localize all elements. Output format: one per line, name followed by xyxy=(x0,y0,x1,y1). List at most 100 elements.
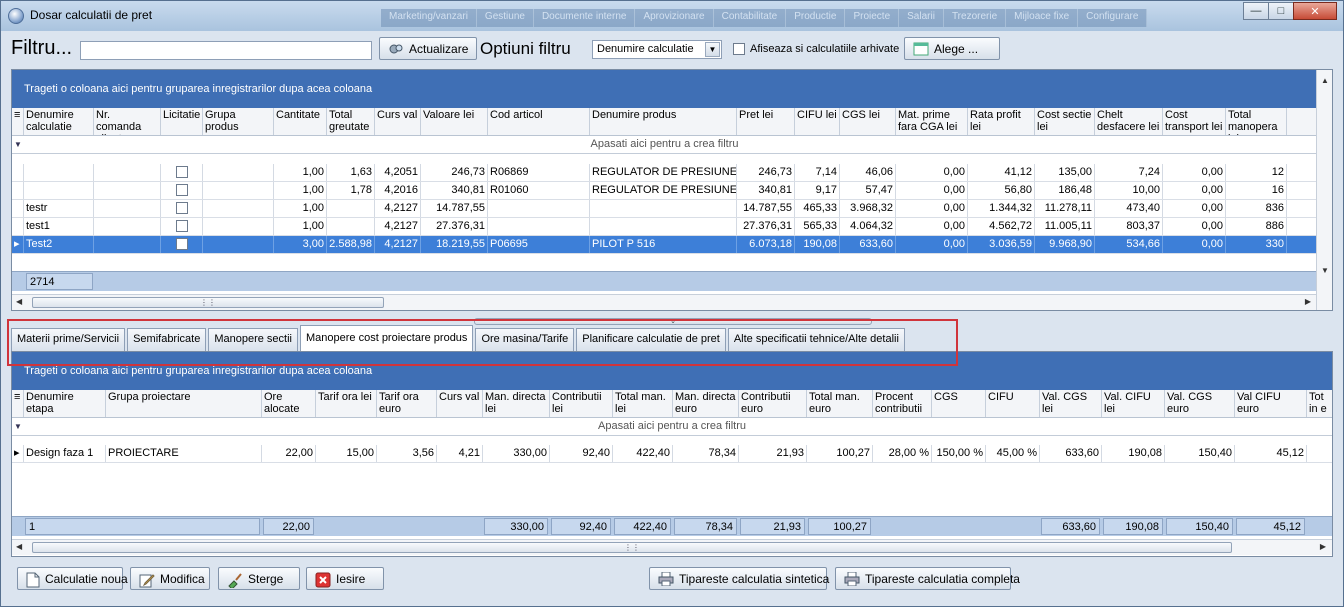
table-row[interactable]: ▸ Design faza 1 PROIECTARE 22,00 15,00 3,56 4,… xyxy=(12,445,1332,463)
column-header[interactable]: Curs val xyxy=(375,108,421,135)
scroll-down-icon[interactable]: ▼ xyxy=(1321,266,1329,275)
column-header[interactable]: Chelt desfacere lei xyxy=(1095,108,1163,135)
scroll-up-icon[interactable]: ▲ xyxy=(1321,76,1329,85)
column-header[interactable]: Denumire etapa xyxy=(24,390,106,417)
column-header[interactable]: Ore alocate xyxy=(262,390,316,417)
table-row[interactable]: 1,00 1,63 4,2051 246,73 R06869 REGULATOR DE P… xyxy=(12,164,1317,182)
column-header[interactable]: Total man. euro xyxy=(807,390,873,417)
scrollbar-thumb[interactable]: ⋮⋮ xyxy=(32,297,384,308)
column-header[interactable]: Valoare lei xyxy=(421,108,488,135)
column-chooser-icon[interactable]: ≡ xyxy=(12,390,24,417)
column-header[interactable]: Tot in e xyxy=(1307,390,1332,417)
table-row[interactable]: 1,00 1,78 4,2016 340,81 R01060 REGULATOR DE P… xyxy=(12,182,1317,200)
column-header[interactable]: Pret lei xyxy=(737,108,795,135)
column-header[interactable]: Cost transport lei xyxy=(1163,108,1226,135)
column-header[interactable]: Rata profit lei xyxy=(968,108,1035,135)
column-header[interactable]: Tarif ora euro xyxy=(377,390,437,417)
licitatie-checkbox[interactable] xyxy=(175,238,188,251)
table-row[interactable]: ▸ Test2 3,00 2.588,98 4,2127 18.219,55 P06695 P… xyxy=(12,236,1317,254)
group-by-panel[interactable]: Trageti o coloana aici pentru gruparea i… xyxy=(12,352,1332,390)
scroll-left-icon[interactable]: ◀ xyxy=(16,542,22,551)
vertical-scrollbar[interactable]: ▲ ▼ xyxy=(1316,70,1332,310)
tab-materii-prime[interactable]: Materii prime/Servicii xyxy=(11,328,126,351)
column-header[interactable]: Val. CGS euro xyxy=(1165,390,1235,417)
tab-manopere-sectii[interactable]: Manopere sectii xyxy=(208,328,298,351)
column-header[interactable]: Licitatie xyxy=(161,108,203,135)
table-row[interactable]: testr 1,00 4,2127 14.787,55 14.787,55 465,33 3… xyxy=(12,200,1317,218)
tab-alte-specificatii[interactable]: Alte specificatii tehnice/Alte detalii xyxy=(727,328,905,351)
filter-input[interactable] xyxy=(80,41,372,60)
tab-manopere-proiectare[interactable]: Manopere cost proiectare produs xyxy=(300,325,474,351)
delete-button-label: Sterge xyxy=(248,571,284,586)
licitatie-checkbox-cell[interactable] xyxy=(161,236,203,253)
column-header[interactable]: Grupa produs xyxy=(203,108,274,135)
column-header[interactable]: CGS lei xyxy=(840,108,896,135)
column-header[interactable]: Val. CIFU lei xyxy=(1102,390,1165,417)
refresh-button[interactable]: Actualizare xyxy=(379,37,478,60)
column-header[interactable]: Contributii euro xyxy=(739,390,807,417)
column-header[interactable]: CIFU xyxy=(986,390,1040,417)
column-header[interactable]: Val CIFU euro xyxy=(1235,390,1307,417)
delete-button[interactable]: Sterge xyxy=(218,567,300,590)
column-chooser-icon[interactable]: ≡ xyxy=(12,108,24,135)
tab-ore-masina[interactable]: Ore masina/Tarife xyxy=(475,328,575,351)
column-header[interactable]: Nr. comanda client xyxy=(94,108,161,135)
maximize-button[interactable]: □ xyxy=(1268,2,1294,20)
licitatie-checkbox[interactable] xyxy=(175,202,188,215)
column-header[interactable]: Curs val xyxy=(437,390,483,417)
group-by-panel[interactable]: Trageti o coloana aici pentru gruparea i… xyxy=(12,70,1332,108)
column-header[interactable]: Denumire calculatie xyxy=(24,108,94,135)
column-header[interactable]: CGS xyxy=(932,390,986,417)
horizontal-scrollbar[interactable]: ◀ ⋮⋮ ▶ xyxy=(12,539,1332,555)
scroll-right-icon[interactable]: ▶ xyxy=(1305,297,1311,306)
table-row[interactable]: test1 1,00 4,2127 27.376,31 27.376,31 565,33 4… xyxy=(12,218,1317,236)
chevron-down-icon[interactable]: ▼ xyxy=(705,42,720,57)
column-header[interactable]: CIFU lei xyxy=(795,108,840,135)
edit-button[interactable]: Modifica xyxy=(130,567,210,590)
print-summary-button[interactable]: Tipareste calculatia sintetica xyxy=(649,567,829,590)
table-cell: 422,40 xyxy=(613,445,673,462)
scroll-left-icon[interactable]: ◀ xyxy=(16,297,22,306)
column-header[interactable]: Grupa proiectare xyxy=(106,390,262,417)
column-header[interactable]: Cod articol xyxy=(488,108,590,135)
new-calculation-button[interactable]: Calculatie noua xyxy=(17,567,128,590)
print-full-button[interactable]: Tipareste calculatia completa xyxy=(835,567,1020,590)
scroll-right-icon[interactable]: ▶ xyxy=(1320,542,1326,551)
filter-row[interactable]: ▼ Apasati aici pentru a crea filtru xyxy=(12,418,1332,436)
footer-total-contributii-euro: 21,93 xyxy=(740,518,805,535)
licitatie-checkbox-cell[interactable] xyxy=(161,164,203,181)
minimize-button[interactable]: — xyxy=(1243,2,1269,20)
column-header[interactable]: Contributii lei xyxy=(550,390,613,417)
column-header[interactable]: Tarif ora lei xyxy=(316,390,377,417)
filter-field-select[interactable]: Denumire calculatie ▼ xyxy=(592,40,722,59)
panel-splitter[interactable]: ⌄ xyxy=(474,318,872,325)
archived-checkbox[interactable] xyxy=(733,43,745,55)
column-header[interactable]: Val. CGS lei xyxy=(1040,390,1102,417)
tab-planificare[interactable]: Planificare calculatie de pret xyxy=(576,328,726,351)
column-header[interactable]: Total manopera lei xyxy=(1226,108,1287,135)
licitatie-checkbox[interactable] xyxy=(175,166,188,179)
column-header[interactable]: Procent contributii xyxy=(873,390,932,417)
tab-semifabricate[interactable]: Semifabricate xyxy=(127,328,207,351)
licitatie-checkbox-cell[interactable] xyxy=(161,200,203,217)
archived-toggle[interactable]: Afiseaza si calculatiile arhivate xyxy=(733,43,899,55)
scrollbar-thumb[interactable]: ⋮⋮ xyxy=(32,542,1232,553)
column-header[interactable]: Cost sectie lei xyxy=(1035,108,1095,135)
column-header[interactable]: Man. directa lei xyxy=(483,390,550,417)
licitatie-checkbox[interactable] xyxy=(175,220,188,233)
horizontal-scrollbar[interactable]: ◀ ⋮⋮ ▶ xyxy=(12,294,1317,310)
table-cell: 27.376,31 xyxy=(421,218,488,235)
licitatie-checkbox[interactable] xyxy=(175,184,188,197)
filter-row[interactable]: ▼ Apasati aici pentru a crea filtru xyxy=(12,136,1317,154)
exit-button[interactable]: Iesire xyxy=(306,567,384,590)
choose-button[interactable]: Alege ... xyxy=(904,37,1000,60)
licitatie-checkbox-cell[interactable] xyxy=(161,218,203,235)
column-header[interactable]: Mat. prime fara CGA lei xyxy=(896,108,968,135)
column-header[interactable]: Denumire produs xyxy=(590,108,737,135)
column-header[interactable]: Man. directa euro xyxy=(673,390,739,417)
close-button[interactable]: ✕ xyxy=(1293,2,1337,20)
licitatie-checkbox-cell[interactable] xyxy=(161,182,203,199)
column-header[interactable]: Total greutate xyxy=(327,108,375,135)
column-header[interactable]: Total man. lei xyxy=(613,390,673,417)
column-header[interactable]: Cantitate xyxy=(274,108,327,135)
